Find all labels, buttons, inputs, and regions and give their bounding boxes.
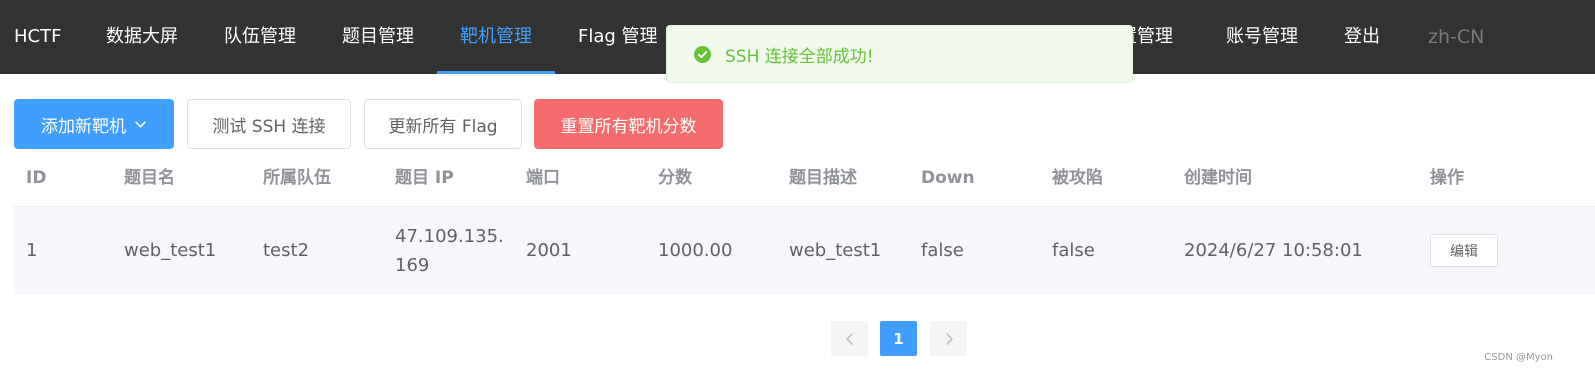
reset-scores-button[interactable]: 重置所有靶机分数 bbox=[534, 99, 723, 149]
chevron-down-icon bbox=[134, 118, 147, 131]
nav-item-teams[interactable]: 队伍管理 bbox=[224, 0, 296, 74]
column-header-created-at[interactable]: 创建时间 bbox=[1184, 150, 1252, 207]
add-target-label: 添加新靶机 bbox=[41, 116, 126, 137]
watermark: CSDN @Myon⁠ bbox=[1484, 352, 1553, 363]
table-header: ID 题目名 所属队伍 题目 IP 端口 分数 题目描述 Down 被攻陷 创建… bbox=[14, 150, 1595, 207]
chevron-right-icon bbox=[943, 332, 955, 346]
column-header-ip[interactable]: 题目 IP bbox=[395, 150, 454, 207]
test-ssh-button[interactable]: 测试 SSH 连接 bbox=[187, 99, 351, 149]
refresh-flags-label: 更新所有 Flag bbox=[388, 116, 498, 137]
language-switch[interactable]: zh-CN bbox=[1428, 0, 1484, 74]
nav-item-logout[interactable]: 登出 bbox=[1344, 0, 1380, 74]
toast-message: SSH 连接全部成功! bbox=[725, 46, 874, 67]
cell-ip: 47.109.135.169 bbox=[395, 225, 504, 276]
nav-item-dashboard[interactable]: 数据大屏 bbox=[106, 0, 178, 74]
page-button-current[interactable]: 1 bbox=[880, 321, 917, 356]
nav-item-flags[interactable]: Flag 管理 bbox=[578, 0, 658, 74]
cell-captured: false bbox=[1052, 240, 1095, 261]
cell-created-at: 2024/6/27 10:58:01 bbox=[1184, 240, 1363, 261]
success-toast: SSH 连接全部成功! bbox=[666, 25, 1133, 83]
chevron-left-icon bbox=[844, 332, 856, 346]
nav-item-accounts[interactable]: 账号管理 bbox=[1226, 0, 1298, 74]
nav-item-targets[interactable]: 靶机管理 bbox=[437, 0, 555, 74]
cell-id: 1 bbox=[26, 240, 38, 261]
column-header-actions: 操作 bbox=[1430, 168, 1464, 188]
targets-table: ID 题目名 所属队伍 题目 IP 端口 分数 题目描述 Down 被攻陷 创建… bbox=[14, 150, 1595, 294]
column-header-down[interactable]: Down bbox=[921, 150, 975, 207]
column-header-description[interactable]: 题目描述 bbox=[789, 150, 857, 207]
next-page-button[interactable] bbox=[930, 321, 967, 356]
prev-page-button[interactable] bbox=[831, 321, 868, 356]
column-header-id[interactable]: ID bbox=[26, 150, 46, 207]
column-header-name[interactable]: 题目名 bbox=[124, 150, 175, 207]
cell-actions: 编辑 bbox=[1430, 207, 1498, 294]
column-header-score[interactable]: 分数 bbox=[658, 150, 692, 207]
column-header-captured[interactable]: 被攻陷 bbox=[1052, 150, 1103, 207]
column-header-team[interactable]: 所属队伍 bbox=[263, 150, 331, 207]
cell-score: 1000.00 bbox=[658, 240, 733, 261]
cell-team: test2 bbox=[263, 240, 310, 261]
nav-item-challenges[interactable]: 题目管理 bbox=[342, 0, 414, 74]
check-circle-icon bbox=[694, 45, 711, 63]
table-row: 1 web_test1 test2 47.109.135.169 2001 10… bbox=[14, 207, 1595, 294]
cell-name: web_test1 bbox=[124, 240, 217, 261]
cell-down: false bbox=[921, 240, 964, 261]
add-target-dropdown-button[interactable]: 添加新靶机 bbox=[14, 99, 174, 149]
refresh-flags-button[interactable]: 更新所有 Flag bbox=[364, 99, 522, 149]
brand-logo[interactable]: HCTF bbox=[14, 0, 61, 74]
test-ssh-label: 测试 SSH 连接 bbox=[212, 116, 326, 137]
edit-button[interactable]: 编辑 bbox=[1430, 234, 1498, 267]
cell-description: web_test1 bbox=[789, 240, 882, 261]
reset-scores-label: 重置所有靶机分数 bbox=[560, 116, 697, 137]
cell-port: 2001 bbox=[526, 240, 572, 261]
column-header-port[interactable]: 端口 bbox=[526, 150, 560, 207]
